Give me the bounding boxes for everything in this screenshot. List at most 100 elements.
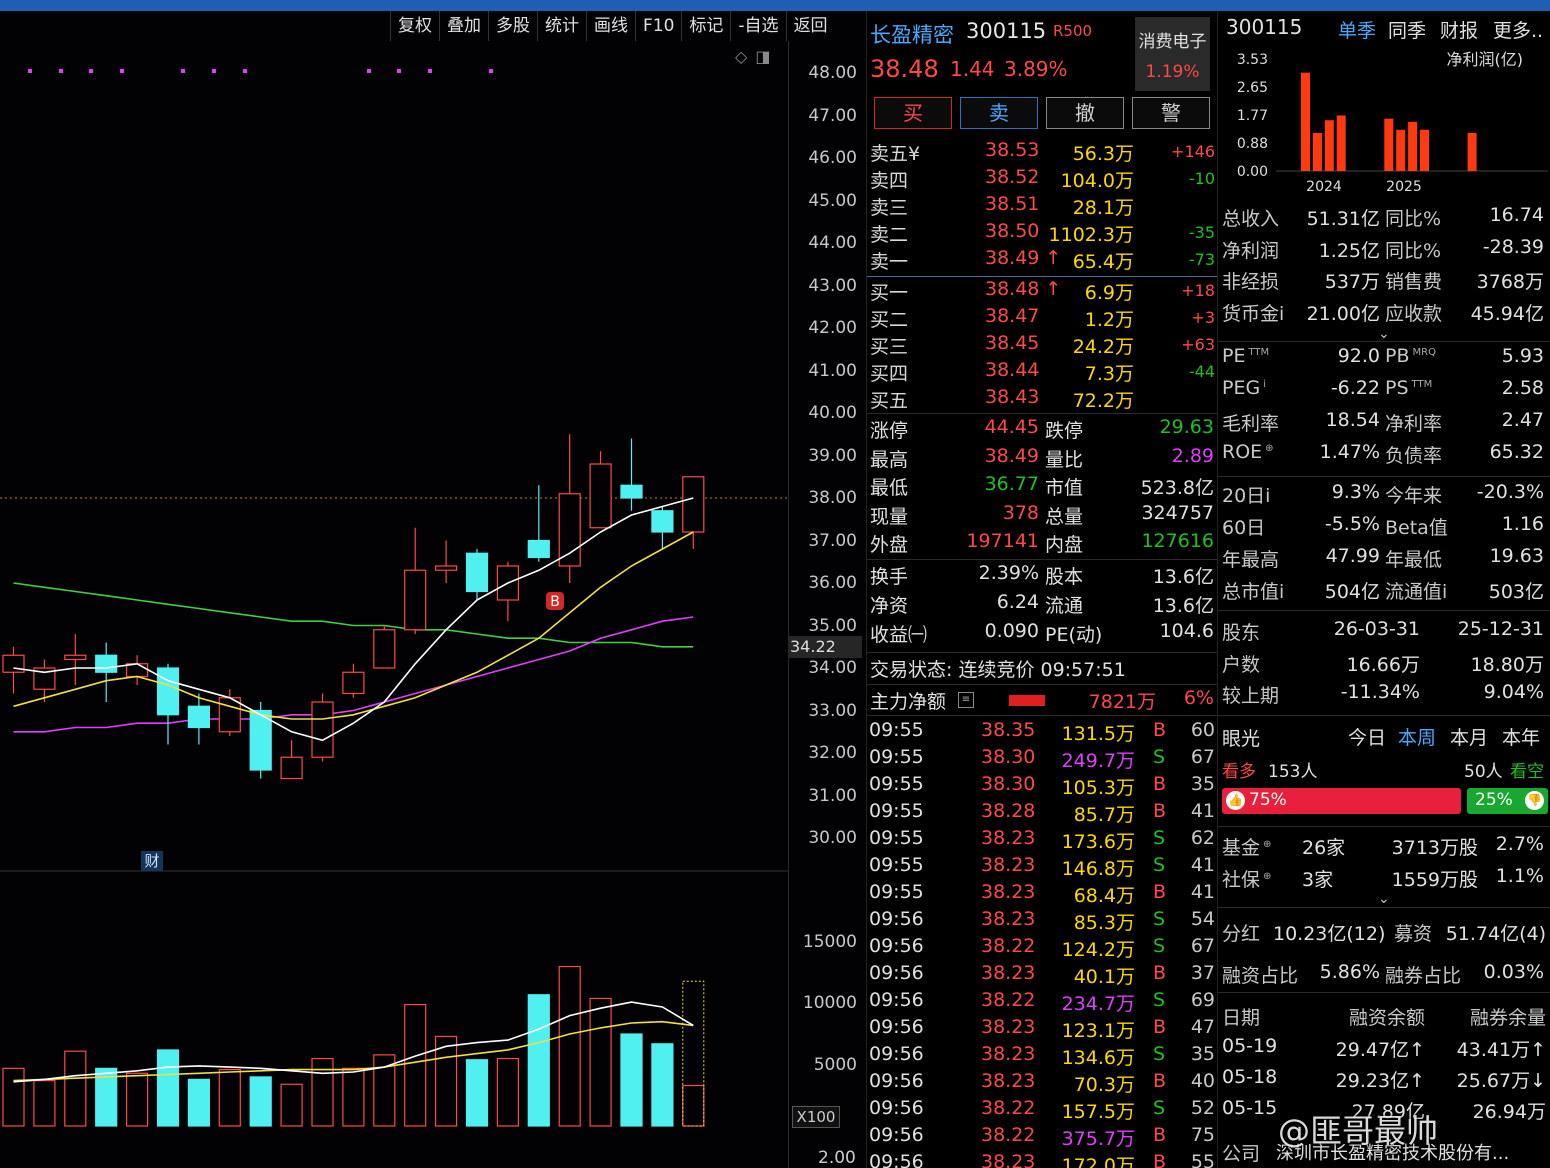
mini-bar[interactable] <box>1467 132 1477 171</box>
buy-button[interactable]: 买 <box>874 97 952 129</box>
list-icon[interactable]: ≡ <box>958 692 974 708</box>
volume-bar[interactable] <box>404 1003 427 1127</box>
toolbar-item-7[interactable]: -自选 <box>730 11 785 41</box>
volume-bar[interactable] <box>249 1076 272 1127</box>
volume-bar[interactable] <box>465 1059 489 1127</box>
net-profit-mini-chart[interactable]: 3.53 2.65 1.77 0.88 0.00 净利润(亿) 2024 2025 <box>1218 43 1550 203</box>
volume-bar[interactable] <box>33 1080 56 1127</box>
expand-chevron-icon[interactable]: ⌄ <box>1378 891 1390 907</box>
tick-row[interactable]: 09:55 38.23 68.4万 B 41 <box>867 881 1217 908</box>
mini-bar[interactable] <box>1396 129 1406 171</box>
sector-box[interactable]: 消费电子 1.19% <box>1135 17 1210 91</box>
finance-marker[interactable]: 财 <box>141 851 163 871</box>
tick-row[interactable]: 09:56 38.23 134.6万 S 35 <box>867 1043 1217 1070</box>
volume-bar[interactable] <box>589 997 612 1127</box>
mini-bar[interactable] <box>1408 121 1418 171</box>
ask-row[interactable]: 卖五¥ 38.53 56.3万 +146 <box>867 139 1217 166</box>
bid-row[interactable]: 买五 38.43 72.2万 <box>867 386 1217 413</box>
volume-bar[interactable] <box>64 1050 87 1127</box>
main-flow-label[interactable]: 主力净额 <box>870 687 946 714</box>
volume-bar[interactable] <box>527 994 550 1127</box>
volume-bar[interactable] <box>496 1057 519 1127</box>
tick-row[interactable]: 09:55 38.30 249.7万 S 67 <box>867 746 1217 773</box>
tick-row[interactable]: 09:56 38.23 85.3万 S 54 <box>867 908 1217 935</box>
candle-body[interactable] <box>280 756 303 780</box>
candle-body[interactable] <box>156 667 180 716</box>
tick-row[interactable]: 09:56 38.23 123.1万 B 47 <box>867 1016 1217 1043</box>
info-tab-3[interactable]: 更多.. <box>1493 16 1543 43</box>
ask-row[interactable]: 卖一 38.49 ↑ 65.4万 -73 <box>867 247 1217 274</box>
bid-row[interactable]: 买一 38.48 ↑ 6.9万 +18 <box>867 278 1217 305</box>
volume-unit-button[interactable]: X100 <box>792 1106 840 1128</box>
candle-body[interactable] <box>682 476 705 533</box>
panel-toggle-icon[interactable]: ◨ <box>755 47 770 66</box>
info-tab-1[interactable]: 同季 <box>1388 16 1426 43</box>
volume-bar[interactable] <box>125 1072 149 1127</box>
buy-signal-marker[interactable]: B <box>546 592 564 610</box>
tick-row[interactable]: 09:55 38.23 146.8万 S 41 <box>867 854 1217 881</box>
tick-row[interactable]: 09:55 38.23 173.6万 S 62 <box>867 827 1217 854</box>
candle-body[interactable] <box>435 565 458 571</box>
mini-bar[interactable] <box>1301 72 1310 171</box>
candle-body[interactable] <box>187 705 210 729</box>
candle-body[interactable] <box>311 701 334 758</box>
bid-row[interactable]: 买二 38.47 1.2万 +3 <box>867 305 1217 332</box>
volume-bar[interactable] <box>280 1083 303 1127</box>
volume-bar[interactable] <box>2 1067 25 1127</box>
volume-bar[interactable] <box>435 1035 458 1127</box>
cancel-order-button[interactable]: 撤 <box>1046 97 1124 129</box>
candle-body[interactable] <box>342 671 365 695</box>
ask-row[interactable]: 卖三 38.51 28.1万 <box>867 193 1217 220</box>
info-tab-0[interactable]: 单季 <box>1338 16 1376 43</box>
tick-row[interactable]: 09:56 38.22 124.2万 S 67 <box>867 935 1217 962</box>
mini-bar[interactable] <box>1384 118 1394 171</box>
bull-bar[interactable]: 👍 75% <box>1222 788 1461 814</box>
toolbar-item-0[interactable]: 复权 <box>390 11 439 41</box>
vision-tab-0[interactable]: 今日 <box>1348 723 1386 750</box>
toolbar-item-3[interactable]: 统计 <box>537 11 586 41</box>
alert-button[interactable]: 警 <box>1132 97 1210 129</box>
tick-row[interactable]: 09:56 38.23 40.1万 B 37 <box>867 962 1217 989</box>
candle-body[interactable] <box>64 654 87 661</box>
volume-bar[interactable] <box>682 1084 705 1127</box>
mini-bar[interactable] <box>1420 129 1429 171</box>
candle-body[interactable] <box>95 654 118 673</box>
ask-row[interactable]: 卖四 38.52 104.0万 -10 <box>867 166 1217 193</box>
candle-body[interactable] <box>125 663 149 678</box>
kline-chart-panel[interactable]: B财 <box>0 11 865 1168</box>
bear-bar[interactable]: 25% 👎 <box>1467 788 1548 814</box>
candle-body[interactable] <box>558 493 581 567</box>
tick-row[interactable]: 09:55 38.35 131.5万 B 60 <box>867 719 1217 746</box>
bid-row[interactable]: 买三 38.45 24.2万 +63 <box>867 332 1217 359</box>
tick-row[interactable]: 09:56 38.23 172.0万 B 55 <box>867 1151 1217 1168</box>
volume-bar[interactable] <box>218 1068 241 1127</box>
candle-body[interactable] <box>527 539 550 559</box>
volume-bar[interactable] <box>651 1043 674 1127</box>
info-tab-2[interactable]: 财报 <box>1440 16 1478 43</box>
expand-chevron-icon[interactable]: ⌄ <box>1378 326 1390 342</box>
mini-bar[interactable] <box>1336 115 1346 171</box>
tick-row[interactable]: 09:56 38.22 375.7万 B 75 <box>867 1124 1217 1151</box>
tick-row[interactable]: 09:55 38.28 85.7万 B 41 <box>867 800 1217 827</box>
stock-name[interactable]: 长盈精密 <box>870 19 954 49</box>
bid-row[interactable]: 买四 38.44 7.3万 -44 <box>867 359 1217 386</box>
candle-body[interactable] <box>651 510 674 533</box>
volume-bar[interactable] <box>342 1067 365 1127</box>
volume-bar[interactable] <box>620 1033 643 1127</box>
toolbar-item-5[interactable]: F10 <box>635 11 681 41</box>
tick-row[interactable]: 09:56 38.22 234.7万 S 69 <box>867 989 1217 1016</box>
vision-tab-1[interactable]: 本周 <box>1398 723 1436 750</box>
candle-body[interactable] <box>589 463 612 529</box>
mini-bar[interactable] <box>1324 120 1334 171</box>
volume-bar[interactable] <box>156 1049 180 1127</box>
volume-bar[interactable] <box>558 965 581 1127</box>
ask-row[interactable]: 卖二 38.50 1102.3万 -35 <box>867 220 1217 247</box>
kline-chart-svg[interactable]: B财 <box>0 11 865 1168</box>
tick-row[interactable]: 09:56 38.22 157.5万 S 52 <box>867 1097 1217 1124</box>
candle-body[interactable] <box>404 569 427 631</box>
toolbar-item-4[interactable]: 画线 <box>586 11 635 41</box>
candle-body[interactable] <box>465 552 489 593</box>
vision-tab-3[interactable]: 本年 <box>1502 723 1540 750</box>
toolbar-item-8[interactable]: 返回 <box>785 11 835 41</box>
toolbar-item-1[interactable]: 叠加 <box>439 11 488 41</box>
